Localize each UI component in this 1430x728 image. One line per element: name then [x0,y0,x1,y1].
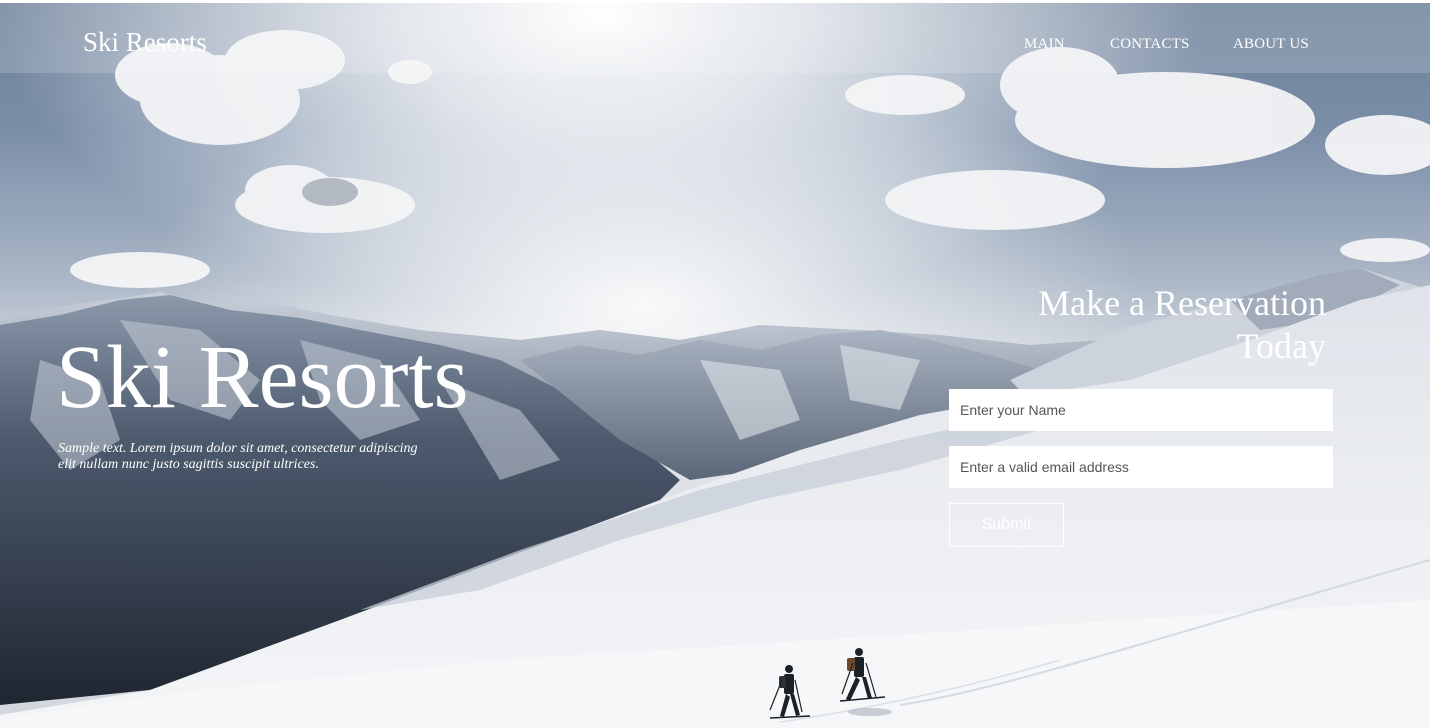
logo-link[interactable]: Ski Resorts [83,27,207,57]
nav-link-main[interactable]: MAIN [1024,35,1065,53]
name-input[interactable] [949,389,1333,431]
nav-link-contacts[interactable]: CONTACTS [1110,35,1190,53]
reservation-title: Make a Reservation Today [1038,283,1326,366]
nav-link-about-us[interactable]: ABOUT US [1233,35,1309,53]
hero-description: Sample text. Lorem ipsum dolor sit amet,… [58,441,418,472]
landing-page: Ski Resorts MAIN CONTACTS ABOUT US Ski R… [0,0,1430,728]
site-header: Ski Resorts MAIN CONTACTS ABOUT US [0,3,1430,73]
submit-button[interactable]: Submit [949,503,1064,547]
email-input[interactable] [949,446,1333,488]
hero-title: Ski Resorts [56,328,469,427]
